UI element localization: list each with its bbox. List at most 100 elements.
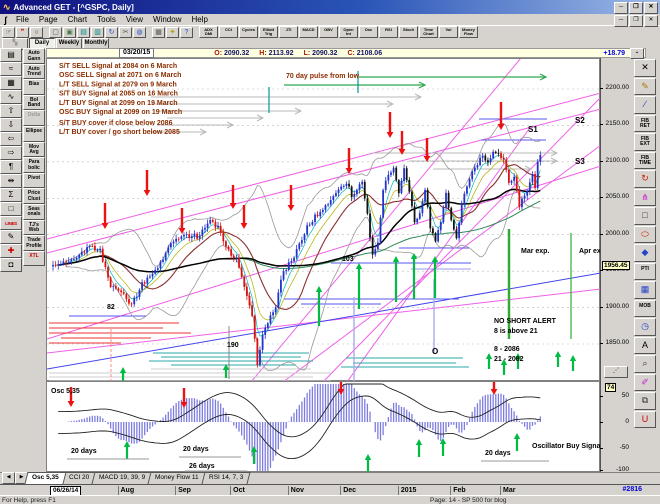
pitchfork-icon[interactable]: ⋔ [634,188,656,206]
print-preview-icon[interactable]: ▥ [91,26,104,38]
menu-view[interactable]: View [121,15,148,24]
study-button-open-int[interactable]: Open Int [339,26,358,38]
quote-marks-icon[interactable]: ❞ [16,26,29,38]
study-button-time-chart[interactable]: Time Chart [419,26,438,38]
study-button-money-flow[interactable]: Money Flow [459,26,478,38]
fib-time-button[interactable]: FIB TIME [634,151,656,169]
tool-price-clust[interactable]: Price Clust [23,188,45,204]
wave-icon[interactable]: ≈ [0,62,22,76]
title-bar[interactable]: ∿ Advanced GET - [^GSPC, Daily] ─ ❐ ✕ [0,0,660,14]
bar-number-icon[interactable]: ¶ [0,160,22,174]
circle-tool-icon[interactable]: ○ [30,26,43,38]
tool-bias[interactable]: Bias [23,79,45,95]
tool-tjs-web[interactable]: TJ's Web [23,219,45,236]
diamond-tool-icon[interactable]: ◆ [634,244,656,262]
paint-tool-icon[interactable]: ✐ [634,373,656,391]
restore-button[interactable]: ❐ [629,2,643,14]
tool-pivot[interactable]: Pivot [23,172,45,189]
gann-grid-icon[interactable]: ▦ [0,76,22,90]
lines-tool-button[interactable]: LINES [0,216,22,230]
study-tab-money-flow-11[interactable]: Money Flow 11 [147,472,207,484]
text-tool-icon[interactable]: A [634,336,656,354]
close-tool-icon[interactable]: ✕ [634,59,656,77]
study-button-obv[interactable]: OBV [319,26,338,38]
pointer-icon[interactable]: ☞ [2,26,15,38]
study-tab-rsi-14-7-3[interactable]: RSI 14, 7, 3 [201,472,251,484]
pencil-tool-icon[interactable]: ✎ [634,77,656,95]
gann-circle-icon[interactable]: ↻ [634,170,656,188]
menu-help[interactable]: Help [186,15,212,24]
study-button-vol[interactable]: Vol [439,26,458,38]
menu-tools[interactable]: Tools [92,15,121,24]
printer-icon[interactable]: ▦ [152,26,165,38]
tool-delta[interactable]: Delta [23,110,45,126]
tool-auto-gann[interactable]: Auto Gann [23,48,45,64]
grid-tool-icon[interactable]: ▦ [634,281,656,299]
zoom-tool-icon[interactable]: ⌕ [634,355,656,373]
month-label-2015: 2015 [397,486,416,495]
tab-scroll-left[interactable]: ◀ [2,472,15,484]
scroll-down-icon[interactable]: ⇩ [0,118,22,132]
sum-icon[interactable]: Σ [0,188,22,202]
price-chart-panel[interactable]: S/T SELL Signal at 2084 on 6 March OSC SE… [46,58,601,382]
menu-window[interactable]: Window [148,15,186,24]
tool-trade-profile[interactable]: Trade Profile [23,235,45,251]
trendline-tool-icon[interactable]: ∕ [634,96,656,114]
copy-tool-icon[interactable]: ⧉ [634,392,656,410]
elliott-wave-icon[interactable]: ∿ [0,90,22,104]
menu-file[interactable]: File [11,15,34,24]
exit-door-icon[interactable]: ◘ [0,258,22,272]
scroll-left-icon[interactable]: ⇦ [0,132,22,146]
study-button-stoch[interactable]: Stoch [399,26,418,38]
menu-chart[interactable]: Chart [63,15,93,24]
key-icon[interactable]: ✦ [166,26,179,38]
new-page-icon[interactable]: ▢ [49,26,62,38]
pti-button[interactable]: PTI [634,262,656,280]
mob-button[interactable]: MOB [634,299,656,317]
study-button-cycles[interactable]: Cycles [239,26,258,38]
tool-para-bolic[interactable]: Para bolic [23,157,45,173]
snapshot-icon[interactable]: ▣ [63,26,76,38]
cut-icon[interactable]: ✂ [119,26,132,38]
study-button-macd[interactable]: MACD [299,26,318,38]
scroll-right-icon[interactable]: ⇨ [0,146,22,160]
rectangle-tool-icon[interactable]: □ [634,207,656,225]
oscillator-panel[interactable]: 20 days 20 days 26 days 20 days Oscillator B… [46,381,601,472]
tool-auto-trend[interactable]: Auto Trend [23,63,45,80]
quote-bar: 03/20/15 O: 2090.32 H: 2113.92 L: 2090.32 C… [46,47,646,59]
tool-mov-avg[interactable]: Mov Avg [23,141,45,158]
print-icon[interactable]: ▤ [77,26,90,38]
axis-settings-button[interactable]: ⋰ [604,366,628,378]
fib-retracement-button[interactable]: FIB RET [634,114,656,132]
study-tab-macd-19-39-9[interactable]: MACD 19, 39, 9 [91,472,153,484]
menu-page[interactable]: Page [34,15,63,24]
study-button-rsi[interactable]: RSI [379,26,398,38]
scroll-up-icon[interactable]: ⇧ [0,104,22,118]
study-button-osc[interactable]: Osc [359,26,378,38]
study-button-cci[interactable]: CCI [219,26,238,38]
close-button[interactable]: ✕ [644,2,658,14]
red-cross-icon[interactable]: ✚ [0,244,22,258]
clock-tool-icon[interactable]: ◷ [634,318,656,336]
study-button-elliott-trig[interactable]: Elliott Trig [259,26,278,38]
minimize-button[interactable]: ─ [614,2,628,14]
globe-chart-icon[interactable]: ◍ [133,26,146,38]
tool-seas-onals[interactable]: Seas onals [23,203,45,220]
child-window-icon[interactable]: ʃ [4,15,7,25]
study-button-adx-dmi[interactable]: ADX DMI [199,26,218,38]
study-tab-osc-5-35[interactable]: Osc 5,35 [24,472,67,484]
tool-bol-band[interactable]: Bol Band [23,94,45,111]
tool-ellipse[interactable]: Ellipse [23,125,45,142]
box-tool-icon[interactable]: □ [0,202,22,216]
compress-icon[interactable]: ⇹ [0,174,22,188]
quote-dropdown-button[interactable]: ⌄ [630,47,644,59]
ellipse-tool-icon[interactable]: ⬭ [634,225,656,243]
draw-pencil-icon[interactable]: ✎ [0,230,22,244]
refresh-icon[interactable]: ↻ [105,26,118,38]
help-pointer-icon[interactable]: ? [180,26,193,38]
tool-xtl[interactable]: XTL [23,250,45,267]
fib-extension-button[interactable]: FIB EXT [634,133,656,151]
open-chart-icon[interactable]: ▤ [0,48,22,62]
undo-tool-icon[interactable]: U [634,410,656,428]
study-button-jti[interactable]: JTI [279,26,298,38]
